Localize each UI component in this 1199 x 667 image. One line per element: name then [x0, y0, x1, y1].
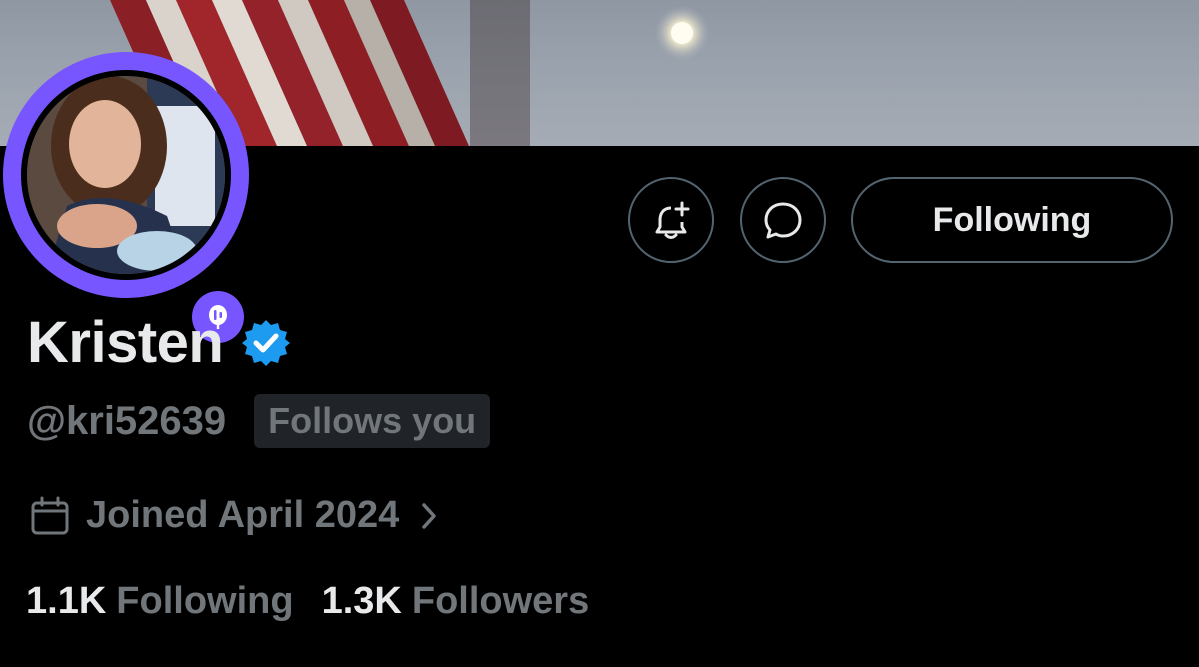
message-button[interactable] — [740, 177, 826, 263]
chevron-right-icon — [422, 502, 437, 529]
followers-label: Followers — [411, 580, 590, 622]
followers-stat[interactable]: 1.3K Followers — [322, 580, 590, 623]
avatar-photo — [27, 76, 225, 274]
avatar[interactable] — [3, 52, 250, 349]
message-icon — [764, 202, 802, 239]
following-button[interactable]: Following — [851, 177, 1173, 263]
display-name: Kristen — [27, 310, 224, 375]
handle-row: @kri52639 Follows you — [27, 394, 491, 448]
joined-date[interactable]: Joined April 2024 — [30, 494, 439, 537]
following-count: 1.1K — [26, 580, 107, 622]
follow-stats: 1.1K Following 1.3K Followers — [26, 580, 589, 623]
joined-text: Joined April 2024 — [86, 494, 400, 536]
notifications-button[interactable] — [628, 177, 714, 263]
calendar-icon — [31, 496, 69, 534]
followers-count: 1.3K — [321, 580, 402, 622]
name-row: Kristen — [27, 309, 291, 376]
following-stat[interactable]: 1.1K Following — [26, 580, 294, 623]
handle: @kri52639 — [27, 398, 227, 443]
verified-badge-icon[interactable] — [241, 318, 291, 368]
follows-you-badge: Follows you — [254, 394, 491, 448]
following-label: Following — [116, 580, 294, 622]
bell-plus-icon — [655, 201, 690, 239]
